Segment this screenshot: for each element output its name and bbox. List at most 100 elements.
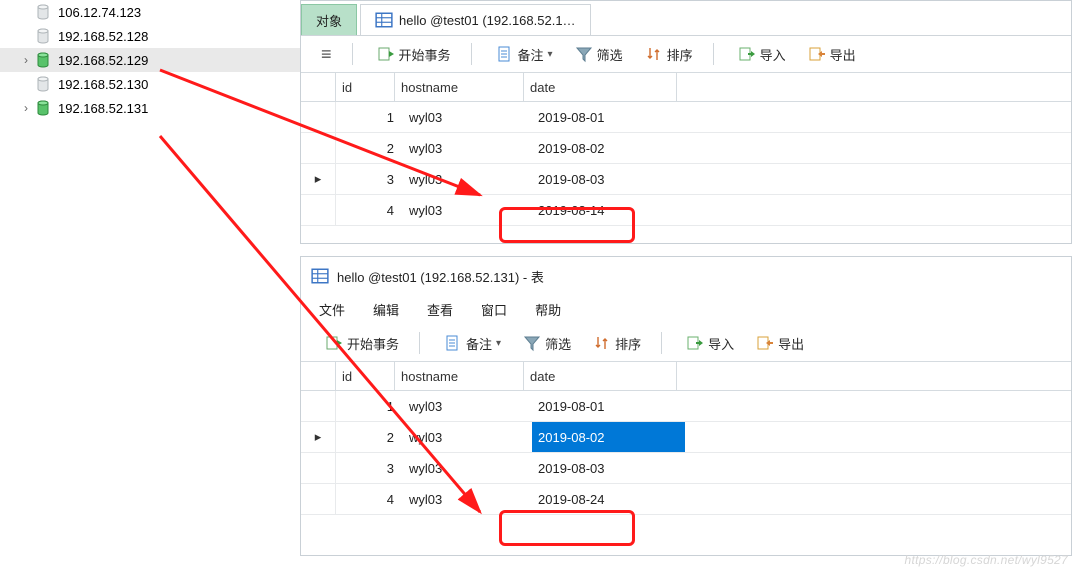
- table-row[interactable]: 1wyl032019-08-01: [301, 102, 1071, 133]
- top-table-header: id hostname date: [301, 73, 1071, 102]
- tab-table[interactable]: hello @test01 (192.168.52.1…: [360, 4, 591, 35]
- notes-icon: [496, 45, 514, 63]
- cell-date[interactable]: 2019-08-01: [532, 391, 685, 421]
- expand-icon[interactable]: ›: [20, 53, 32, 67]
- row-gutter: [301, 195, 336, 225]
- row-gutter: [301, 391, 336, 421]
- menu-button[interactable]: ≡: [315, 44, 338, 65]
- sort-icon: [593, 334, 611, 352]
- menu-edit[interactable]: 编辑: [373, 300, 399, 319]
- cell-hostname[interactable]: wyl03: [403, 484, 532, 514]
- col-hostname[interactable]: hostname: [395, 73, 524, 101]
- cell-id[interactable]: 2: [336, 422, 403, 452]
- top-toolbar: ≡ 开始事务 备注▾ 筛选: [301, 36, 1071, 73]
- filter-button[interactable]: 筛选: [565, 40, 629, 68]
- database-icon: [34, 4, 52, 20]
- menu-file[interactable]: 文件: [319, 300, 345, 319]
- sort-icon: [645, 45, 663, 63]
- cell-id[interactable]: 1: [336, 102, 403, 132]
- table-row[interactable]: 4wyl032019-08-24: [301, 484, 1071, 515]
- cell-date[interactable]: 2019-08-03: [532, 164, 685, 194]
- dropdown-icon: ▾: [548, 49, 553, 60]
- col-hostname[interactable]: hostname: [395, 362, 524, 390]
- bottom-title: hello @test01 (192.168.52.131) - 表: [337, 267, 544, 286]
- menu-help[interactable]: 帮助: [535, 300, 561, 319]
- cell-date[interactable]: 2019-08-02: [532, 422, 685, 452]
- cell-hostname[interactable]: wyl03: [403, 195, 532, 225]
- tree-item-1[interactable]: 192.168.52.128: [0, 24, 300, 48]
- export-button[interactable]: 导出: [746, 329, 810, 357]
- cell-id[interactable]: 3: [336, 164, 403, 194]
- cell-id[interactable]: 4: [336, 484, 403, 514]
- sort-button[interactable]: 排序: [583, 329, 647, 357]
- export-button[interactable]: 导出: [798, 40, 862, 68]
- begin-tx-button[interactable]: 开始事务: [367, 40, 457, 68]
- connection-tree[interactable]: 106.12.74.123192.168.52.128›192.168.52.1…: [0, 0, 300, 240]
- cell-hostname[interactable]: wyl03: [403, 453, 532, 483]
- cell-date[interactable]: 2019-08-01: [532, 102, 685, 132]
- funnel-icon: [575, 45, 593, 63]
- row-gutter: ▸: [301, 164, 336, 194]
- table-row[interactable]: ▸2wyl032019-08-02: [301, 422, 1071, 453]
- cell-id[interactable]: 1: [336, 391, 403, 421]
- cell-hostname[interactable]: wyl03: [403, 102, 532, 132]
- top-panel: 对象 hello @test01 (192.168.52.1… ≡ 开始事务: [300, 0, 1072, 244]
- col-id[interactable]: id: [336, 73, 395, 101]
- tree-item-4[interactable]: ›192.168.52.131: [0, 96, 300, 120]
- dropdown-icon: ▾: [496, 338, 501, 349]
- cell-hostname[interactable]: wyl03: [403, 391, 532, 421]
- begin-tx-icon: [377, 45, 395, 63]
- table-row[interactable]: 2wyl032019-08-02: [301, 133, 1071, 164]
- row-gutter: [301, 133, 336, 163]
- tree-item-3[interactable]: 192.168.52.130: [0, 72, 300, 96]
- bottom-title-bar: hello @test01 (192.168.52.131) - 表: [301, 257, 1071, 293]
- import-button[interactable]: 导入: [728, 40, 792, 68]
- table-row[interactable]: ▸3wyl032019-08-03: [301, 164, 1071, 195]
- tab-objects[interactable]: 对象: [301, 4, 357, 35]
- watermark: https://blog.csdn.net/wyl9527: [905, 553, 1068, 567]
- database-icon: [34, 28, 52, 44]
- cell-date[interactable]: 2019-08-03: [532, 453, 685, 483]
- bottom-rows: 1wyl032019-08-01▸2wyl032019-08-023wyl032…: [301, 391, 1071, 515]
- cell-date[interactable]: 2019-08-14: [532, 195, 685, 225]
- cell-hostname[interactable]: wyl03: [403, 164, 532, 194]
- bottom-toolbar: 开始事务 备注▾ 筛选 排序: [301, 325, 1071, 362]
- notes-button[interactable]: 备注▾: [434, 329, 507, 357]
- expand-icon[interactable]: ›: [20, 101, 32, 115]
- begin-tx-button[interactable]: 开始事务: [315, 329, 405, 357]
- cell-id[interactable]: 2: [336, 133, 403, 163]
- database-icon: [34, 100, 52, 116]
- tree-item-2[interactable]: ›192.168.52.129: [0, 48, 300, 72]
- cell-date[interactable]: 2019-08-02: [532, 133, 685, 163]
- tree-item-label: 192.168.52.128: [58, 29, 148, 44]
- import-button[interactable]: 导入: [676, 329, 740, 357]
- filter-button[interactable]: 筛选: [513, 329, 577, 357]
- cell-id[interactable]: 4: [336, 195, 403, 225]
- row-gutter: [301, 102, 336, 132]
- menu-window[interactable]: 窗口: [481, 300, 507, 319]
- tree-item-0[interactable]: 106.12.74.123: [0, 0, 300, 24]
- sort-button[interactable]: 排序: [635, 40, 699, 68]
- tab-table-label: hello @test01 (192.168.52.1…: [399, 13, 576, 28]
- notes-button[interactable]: 备注▾: [486, 40, 559, 68]
- row-gutter: ▸: [301, 422, 336, 452]
- bottom-menubar: 文件 编辑 查看 窗口 帮助: [301, 293, 1071, 325]
- cell-hostname[interactable]: wyl03: [403, 133, 532, 163]
- tab-bar: 对象 hello @test01 (192.168.52.1…: [301, 1, 1071, 36]
- menu-view[interactable]: 查看: [427, 300, 453, 319]
- cell-hostname[interactable]: wyl03: [403, 422, 532, 452]
- cell-date[interactable]: 2019-08-24: [532, 484, 685, 514]
- cell-id[interactable]: 3: [336, 453, 403, 483]
- table-row[interactable]: 3wyl032019-08-03: [301, 453, 1071, 484]
- table-row[interactable]: 4wyl032019-08-14: [301, 195, 1071, 226]
- col-id[interactable]: id: [336, 362, 395, 390]
- import-icon: [738, 45, 756, 63]
- table-icon: [311, 267, 329, 285]
- funnel-icon: [523, 334, 541, 352]
- import-icon: [686, 334, 704, 352]
- export-icon: [756, 334, 774, 352]
- col-date[interactable]: date: [524, 73, 677, 101]
- col-date[interactable]: date: [524, 362, 677, 390]
- top-rows: 1wyl032019-08-012wyl032019-08-02▸3wyl032…: [301, 102, 1071, 226]
- table-row[interactable]: 1wyl032019-08-01: [301, 391, 1071, 422]
